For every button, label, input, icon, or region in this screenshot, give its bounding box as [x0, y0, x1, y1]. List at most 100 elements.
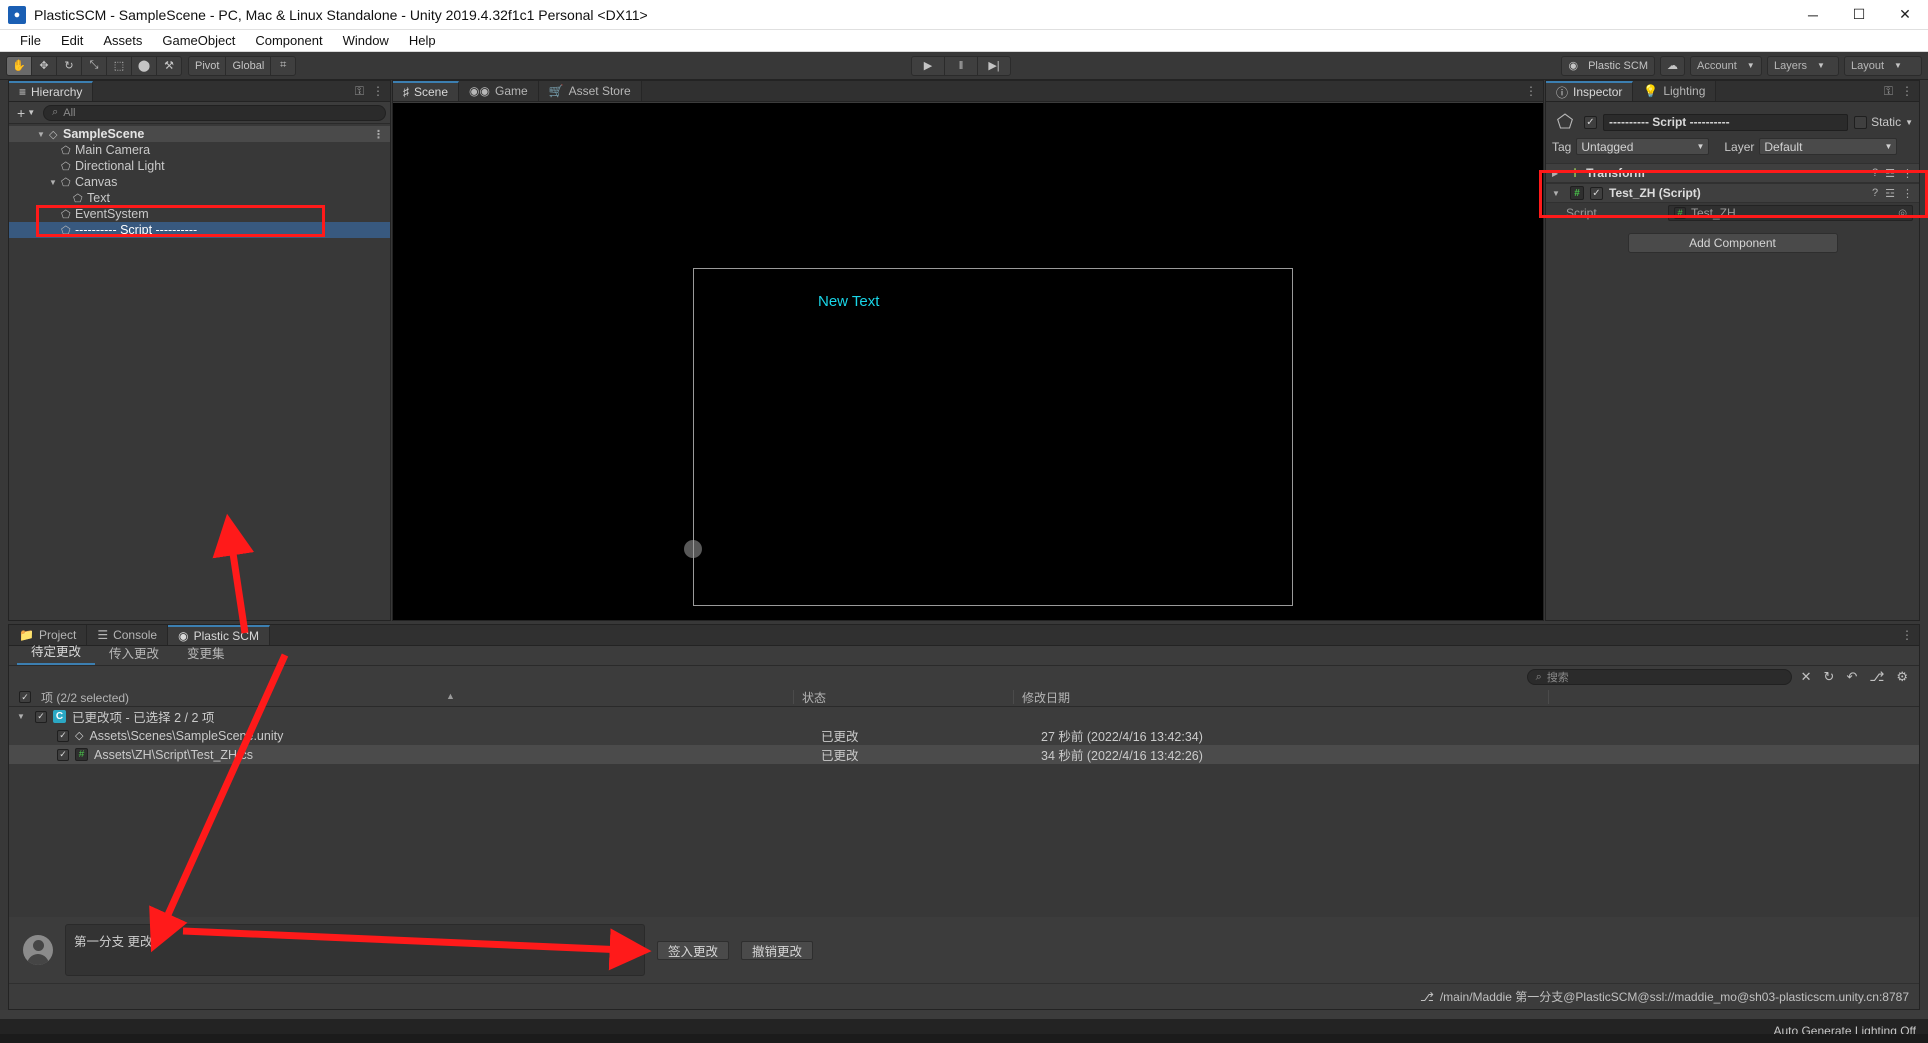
- preset-icon[interactable]: ☲: [1885, 187, 1895, 200]
- select-all-checkbox[interactable]: ✓: [19, 691, 31, 703]
- chevron-down-icon: ▼: [1746, 61, 1755, 70]
- script-object-field[interactable]: # Test_ZH ◎: [1668, 205, 1913, 221]
- undo-changes-button[interactable]: 撤销更改: [741, 940, 814, 960]
- refresh-icon[interactable]: ↻: [1821, 669, 1838, 685]
- object-name-input[interactable]: ---------- Script ----------: [1603, 113, 1849, 131]
- kebab-icon[interactable]: ⋮: [373, 128, 384, 141]
- menu-file[interactable]: File: [10, 30, 51, 52]
- undo-icon[interactable]: ↶: [1843, 669, 1860, 685]
- checkin-comment-input[interactable]: 第一分支 更改: [65, 924, 645, 976]
- expander-icon[interactable]: ▶: [1552, 169, 1564, 178]
- tab-plastic-scm[interactable]: ◉ Plastic SCM: [168, 625, 270, 645]
- expander-icon[interactable]: ▼: [49, 178, 61, 187]
- component-header-test-zh-script[interactable]: ▼ # ✓ Test_ZH (Script) ? ☲ ⋮: [1546, 183, 1919, 203]
- subtab-pending-changes[interactable]: 待定更改: [17, 641, 96, 665]
- tag-dropdown[interactable]: Untagged ▼: [1576, 138, 1710, 155]
- kebab-icon[interactable]: ⋮: [1902, 167, 1913, 180]
- grid-snap-icon[interactable]: ⌗: [270, 55, 297, 76]
- pause-button[interactable]: ‖: [944, 55, 978, 76]
- tab-hierarchy[interactable]: ≡ Hierarchy: [9, 81, 94, 101]
- kebab-icon[interactable]: ⋮: [1902, 187, 1913, 200]
- cloud-button[interactable]: ☁: [1660, 55, 1685, 76]
- clear-search-icon[interactable]: ✕: [1798, 669, 1815, 685]
- scale-tool-icon[interactable]: ⤡: [81, 55, 107, 76]
- kebab-icon[interactable]: ⋮: [372, 84, 384, 98]
- hierarchy-item-directional-light[interactable]: ⬠ Directional Light: [9, 158, 390, 174]
- tab-console[interactable]: ☰ Console: [87, 625, 169, 645]
- hierarchy-item-script[interactable]: ⬠ ---------- Script ----------: [9, 222, 390, 238]
- object-enabled-checkbox[interactable]: ✓: [1584, 115, 1597, 129]
- checkin-changes-button[interactable]: 签入更改: [657, 940, 730, 960]
- add-gameobject-button[interactable]: + ▼: [13, 105, 39, 121]
- layer-dropdown[interactable]: Default ▼: [1759, 138, 1898, 155]
- hierarchy-item-text[interactable]: ⬠ Text: [9, 190, 390, 206]
- column-date[interactable]: 修改日期: [1013, 690, 1548, 705]
- menu-help[interactable]: Help: [399, 30, 446, 52]
- column-item[interactable]: 项 (2/2 selected): [33, 690, 793, 705]
- hand-tool-icon[interactable]: ✋: [6, 55, 32, 76]
- scm-search-input[interactable]: ⌕ 搜索: [1526, 669, 1792, 685]
- branch-icon[interactable]: ⎇: [1866, 669, 1887, 685]
- scene-viewport[interactable]: New Text: [393, 103, 1543, 620]
- menu-window[interactable]: Window: [333, 30, 399, 52]
- help-icon[interactable]: ?: [1872, 187, 1878, 200]
- tab-inspector[interactable]: ⓘ Inspector: [1546, 81, 1634, 101]
- expander-icon[interactable]: ▼: [17, 712, 29, 721]
- maximize-button[interactable]: ☐: [1836, 0, 1882, 30]
- tab-scene[interactable]: ♯ Scene: [393, 81, 460, 101]
- column-status[interactable]: 状态: [793, 690, 1013, 705]
- transform-tool-icon[interactable]: ⬤: [131, 55, 157, 76]
- hierarchy-item-eventsystem[interactable]: ⬠ EventSystem: [9, 206, 390, 222]
- global-toggle[interactable]: Global: [225, 55, 272, 76]
- row-checkbox[interactable]: ✓: [57, 748, 69, 761]
- row-checkbox[interactable]: ✓: [57, 729, 69, 742]
- object-picker-icon[interactable]: ◎: [1898, 208, 1907, 219]
- settings-gear-icon[interactable]: ⚙: [1893, 669, 1911, 685]
- kebab-icon[interactable]: ⋮: [1901, 84, 1913, 98]
- menu-component[interactable]: Component: [245, 30, 332, 52]
- step-button[interactable]: ▶|: [977, 55, 1011, 76]
- table-row[interactable]: ✓ # Assets\ZH\Script\Test_ZH.cs 已更改 34 秒…: [9, 745, 1919, 764]
- custom-editor-tool-icon[interactable]: ⚒: [156, 55, 182, 76]
- chevron-down-icon[interactable]: ▼: [1905, 118, 1913, 127]
- tab-lighting[interactable]: 💡 Lighting: [1633, 81, 1717, 101]
- subtab-incoming-changes[interactable]: 传入更改: [95, 643, 173, 665]
- menu-assets[interactable]: Assets: [93, 30, 152, 52]
- hierarchy-search-input[interactable]: ⌕ All: [43, 104, 386, 121]
- tab-asset-store[interactable]: 🛒 Asset Store: [538, 81, 642, 101]
- canvas-pivot-handle[interactable]: [684, 540, 702, 558]
- component-enabled-checkbox[interactable]: ✓: [1590, 186, 1603, 200]
- lock-icon[interactable]: ⚿: [355, 84, 364, 99]
- lock-icon[interactable]: ⚿: [1884, 84, 1893, 99]
- component-header-transform[interactable]: ▶ ✝ Transform ? ☲ ⋮: [1546, 163, 1919, 183]
- menu-gameobject[interactable]: GameObject: [152, 30, 245, 52]
- rect-tool-icon[interactable]: ⬚: [106, 55, 132, 76]
- kebab-icon[interactable]: ⋮: [1901, 628, 1913, 642]
- add-component-button[interactable]: Add Component: [1627, 233, 1838, 253]
- help-icon[interactable]: ?: [1872, 167, 1878, 180]
- hierarchy-item-samplescene[interactable]: ▼ ◇ SampleScene ⋮: [9, 126, 390, 142]
- menu-edit[interactable]: Edit: [51, 30, 93, 52]
- scm-group-row[interactable]: ▼ ✓ C 已更改项 - 已选择 2 / 2 项: [9, 707, 1919, 726]
- plastic-scm-button[interactable]: ◉ Plastic SCM: [1561, 55, 1655, 76]
- tab-game[interactable]: ◉◉ Game: [459, 81, 539, 101]
- account-dropdown[interactable]: Account ▼: [1690, 55, 1762, 76]
- layout-dropdown[interactable]: Layout ▼: [1844, 55, 1922, 76]
- group-checkbox[interactable]: ✓: [35, 710, 47, 723]
- move-tool-icon[interactable]: ✥: [31, 55, 57, 76]
- hierarchy-item-canvas[interactable]: ▼ ⬠ Canvas: [9, 174, 390, 190]
- rotate-tool-icon[interactable]: ↻: [56, 55, 82, 76]
- kebab-icon[interactable]: ⋮: [1525, 84, 1537, 98]
- hierarchy-item-main-camera[interactable]: ⬠ Main Camera: [9, 142, 390, 158]
- subtab-changesets[interactable]: 变更集: [173, 643, 239, 665]
- expander-icon[interactable]: ▼: [1552, 189, 1564, 198]
- pivot-toggle[interactable]: Pivot: [188, 55, 227, 76]
- preset-icon[interactable]: ☲: [1885, 167, 1895, 180]
- static-checkbox[interactable]: [1854, 115, 1868, 129]
- layers-dropdown[interactable]: Layers ▼: [1767, 55, 1839, 76]
- play-button[interactable]: ▶: [911, 55, 945, 76]
- close-button[interactable]: ✕: [1882, 0, 1928, 30]
- minimize-button[interactable]: ─: [1790, 0, 1836, 30]
- expander-icon[interactable]: ▼: [37, 130, 49, 139]
- table-row[interactable]: ✓ ◇ Assets\Scenes\SampleScene.unity 已更改 …: [9, 726, 1919, 745]
